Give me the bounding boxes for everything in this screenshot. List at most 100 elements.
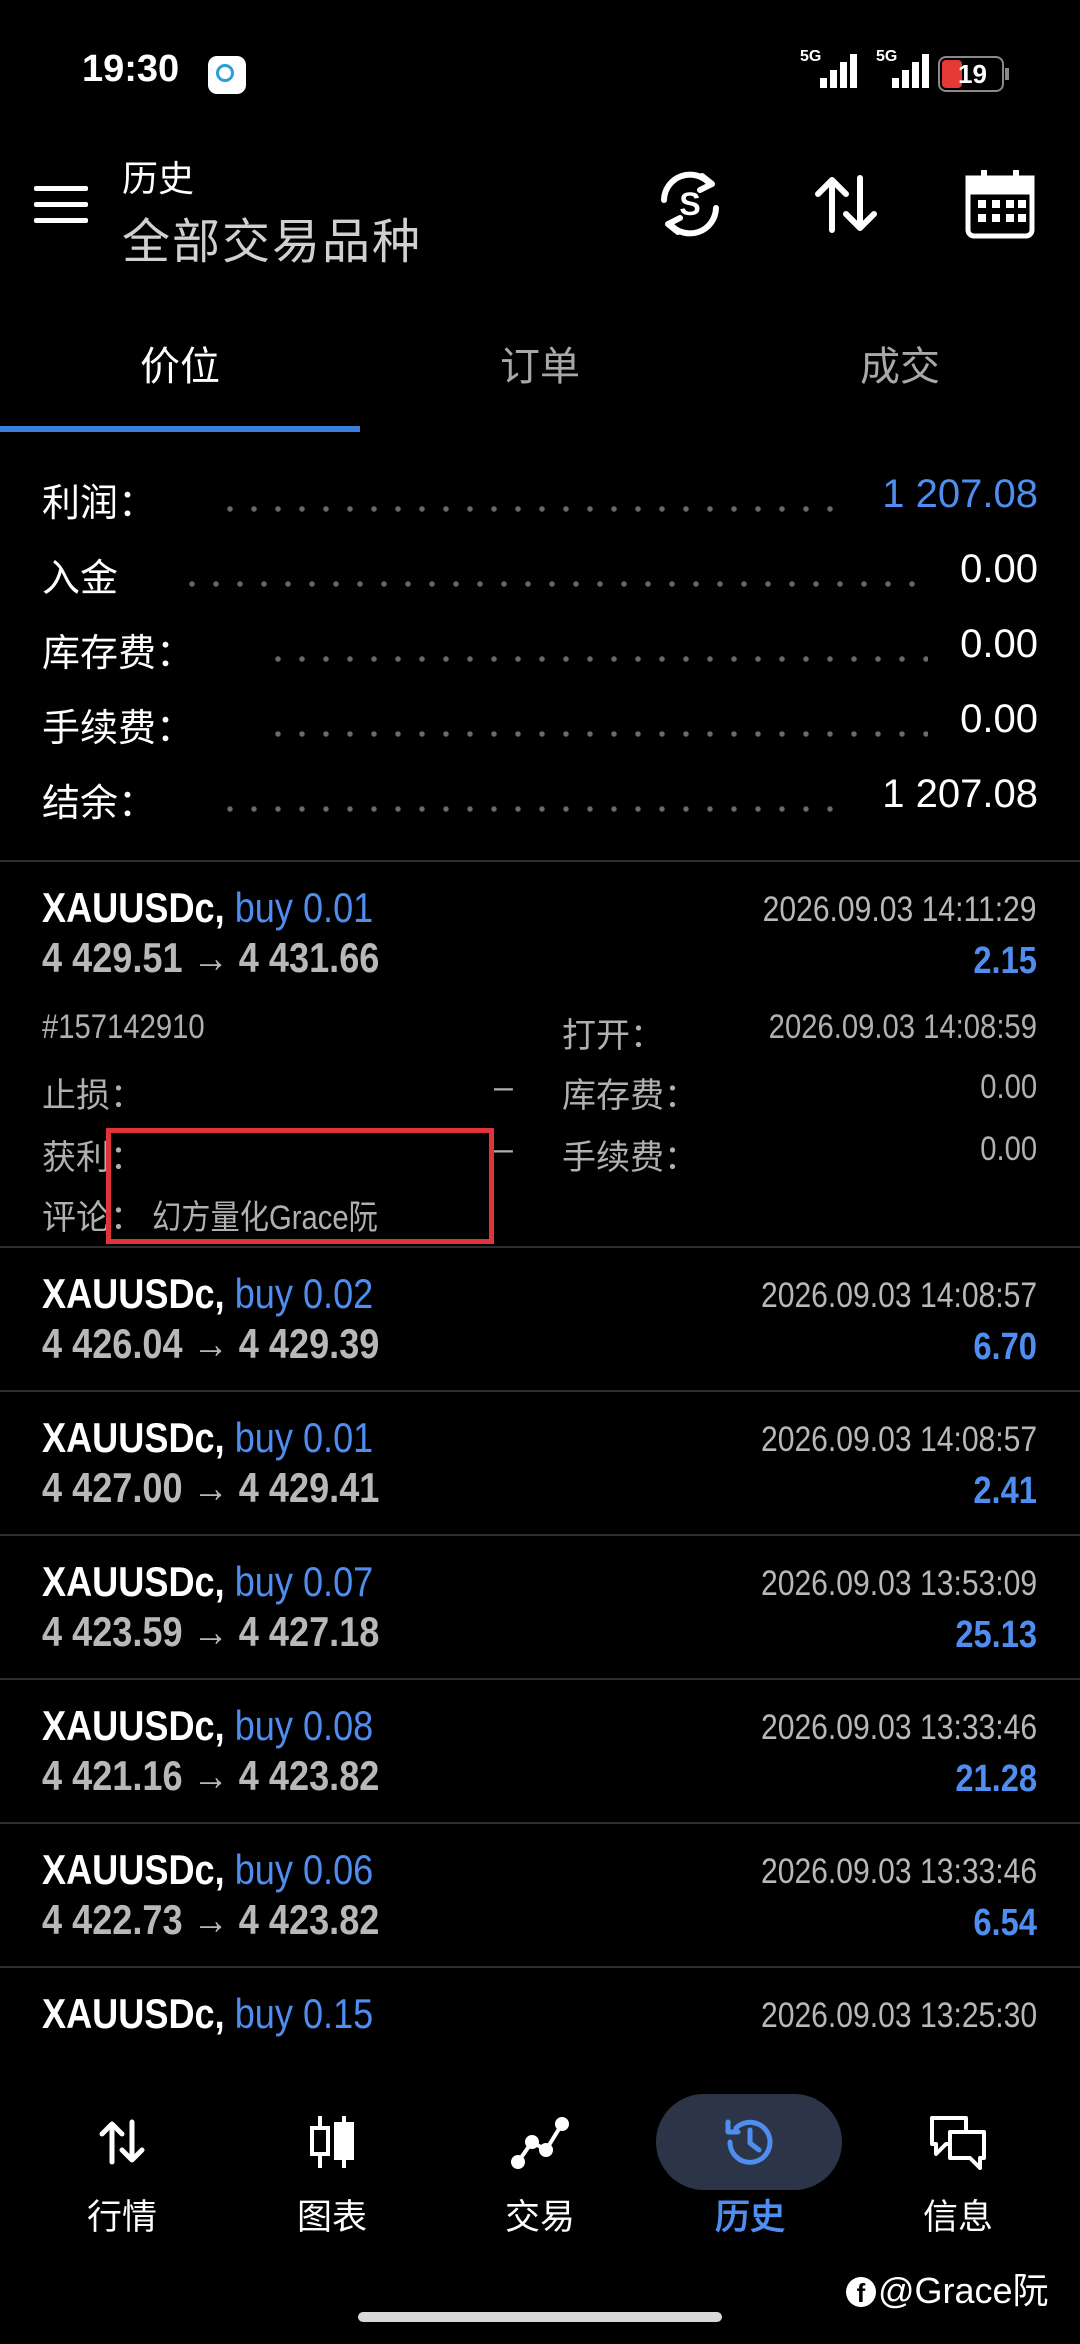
battery-level: 19 [958, 59, 987, 89]
open-time-label: 打开： [562, 1017, 664, 1055]
trade-time: 2026.09.03 13:53:09 [760, 1564, 1037, 1603]
trade-row[interactable]: XAUUSDc, buy 0.01 4 427.00 → 4 429.41 20… [0, 1400, 1080, 1542]
app-notification-icon [208, 56, 246, 94]
network-type-label-2: 5G [876, 48, 898, 65]
trade-side-volume: buy 0.01 [234, 1414, 374, 1461]
nav-label: 历史 [714, 2198, 785, 2237]
divider [0, 1822, 1080, 1824]
trade-time: 2026.09.03 14:08:57 [760, 1420, 1037, 1459]
watermark-text: @Grace阮 [878, 2270, 1049, 2311]
trade-prices: 4 426.04 → 4 429.39 [42, 1320, 380, 1367]
nav-trade[interactable]: 交易 [450, 2090, 630, 2240]
menu-icon[interactable] [34, 186, 88, 226]
tab-orders[interactable]: 订单 [360, 334, 720, 392]
tab-price[interactable]: 价位 [0, 334, 360, 392]
history-clock-icon [725, 2119, 773, 2165]
summary-value: 0.00 [948, 697, 1038, 742]
trade-profit: 2.41 [973, 1470, 1037, 1512]
divider [0, 1966, 1080, 1968]
trade-symbol: XAUUSDc, [42, 1702, 225, 1749]
stop-loss-value: – [494, 1068, 513, 1106]
trade-symbol: XAUUSDc, [42, 1846, 225, 1893]
tab-deals[interactable]: 成交 [720, 334, 1080, 392]
divider [0, 1534, 1080, 1536]
summary-commission-row: 手续费： 0.00 [42, 697, 1038, 757]
network-type-label: 5G [800, 48, 822, 65]
commission-value: 0.00 [980, 1130, 1037, 1168]
summary-label: 入金 [42, 547, 129, 602]
stop-loss-label: 止损： [42, 1077, 144, 1115]
trade-profit: 21.28 [955, 1758, 1037, 1800]
trade-prices: 4 429.51 → 4 431.66 [42, 934, 380, 981]
battery-icon: 19 [938, 56, 1009, 92]
trade-row[interactable]: XAUUSDc, buy 0.08 4 421.16 → 4 423.82 20… [0, 1688, 1080, 1830]
summary-value: 0.00 [948, 547, 1038, 592]
trade-profit: 2.15 [973, 940, 1037, 982]
trade-prices: 4 421.16 → 4 423.82 [42, 1752, 380, 1799]
swap-value: 0.00 [980, 1068, 1037, 1106]
divider [0, 1246, 1080, 1248]
status-time: 19:30 [82, 48, 180, 90]
svg-text:S: S [679, 186, 700, 222]
trade-symbol: XAUUSDc, [42, 884, 225, 931]
trade-prices: 4 423.59 → 4 427.18 [42, 1608, 380, 1655]
calendar-icon[interactable] [962, 166, 1038, 242]
trade-row[interactable]: XAUUSDc, buy 0.06 4 422.73 → 4 423.82 20… [0, 1832, 1080, 1974]
home-indicator[interactable] [358, 2312, 722, 2322]
trade-profit: 6.54 [973, 1902, 1037, 1944]
trade-time: 2026.09.03 13:33:46 [760, 1852, 1037, 1891]
trade-profit: 6.70 [973, 1326, 1037, 1368]
nav-chart[interactable]: 图表 [242, 2090, 422, 2240]
active-tab-indicator [0, 426, 360, 432]
summary-swap-row: 库存费： 0.00 [42, 622, 1038, 682]
trade-row[interactable]: XAUUSDc, buy 0.07 4 423.59 → 4 427.18 20… [0, 1544, 1080, 1686]
header-title[interactable]: 全部交易品种 [122, 202, 422, 272]
candlestick-chart-icon [310, 2116, 354, 2168]
watermark: f @Grace阮 [846, 2262, 1049, 2314]
swap-label: 库存费： [562, 1077, 698, 1115]
trade-symbol: XAUUSDc, [42, 1990, 225, 2037]
trade-symbol: XAUUSDc, [42, 1270, 225, 1317]
trade-prices: 4 427.00 → 4 429.41 [42, 1464, 380, 1511]
trade-prices: 4 422.73 → 4 423.82 [42, 1896, 380, 1943]
facebook-icon: f [846, 2277, 876, 2308]
header-subtitle: 历史 [122, 158, 195, 199]
nav-label: 信息 [922, 2198, 993, 2237]
divider [0, 1678, 1080, 1680]
messages-icon [930, 2116, 986, 2170]
sort-icon[interactable] [808, 166, 884, 242]
signal-strength-icon-2: 5G [876, 48, 936, 90]
highlight-box [106, 1128, 494, 1244]
trade-side-volume: buy 0.07 [234, 1558, 374, 1605]
open-time-value: 2026.09.03 14:08:59 [768, 1008, 1037, 1046]
trade-time: 2026.09.03 13:33:46 [760, 1708, 1037, 1747]
trade-symbol: XAUUSDc, [42, 1558, 225, 1605]
nav-label: 行情 [86, 2198, 157, 2237]
trade-row[interactable]: XAUUSDc, buy 0.02 4 426.04 → 4 429.39 20… [0, 1256, 1080, 1398]
summary-label: 库存费： [42, 622, 205, 677]
nav-messages[interactable]: 信息 [868, 2090, 1048, 2240]
trade-row[interactable]: XAUUSDc, buy 0.01 4 429.51 → 4 431.66 20… [0, 870, 1080, 1012]
summary-profit-row: 利润： 1 207.08 [42, 472, 1038, 532]
summary-value: 1 207.08 [870, 772, 1038, 817]
nav-label: 交易 [504, 2198, 575, 2237]
nav-history[interactable]: 历史 [660, 2090, 840, 2240]
trade-ticket: #157142910 [42, 1008, 205, 1046]
trade-line-icon [511, 2117, 569, 2169]
summary-label: 利润： [42, 472, 167, 527]
commission-label: 手续费： [562, 1139, 698, 1177]
trade-side-volume: buy 0.01 [234, 884, 374, 931]
currency-convert-icon[interactable]: S [652, 166, 728, 242]
divider [0, 1390, 1080, 1392]
summary-deposit-row: 入金 0.00 [42, 547, 1038, 607]
trade-time: 2026.09.03 14:11:29 [763, 890, 1037, 929]
nav-label: 图表 [296, 2198, 367, 2237]
summary-balance-row: 结余： 1 207.08 [42, 772, 1038, 832]
trade-profit: 25.13 [955, 1614, 1037, 1656]
summary-value: 0.00 [948, 622, 1038, 667]
trade-side-volume: buy 0.08 [234, 1702, 374, 1749]
quotes-arrows-icon [99, 2119, 145, 2165]
nav-quotes[interactable]: 行情 [32, 2090, 212, 2240]
summary-label: 结余： [42, 772, 167, 827]
trade-side-volume: buy 0.06 [234, 1846, 374, 1893]
